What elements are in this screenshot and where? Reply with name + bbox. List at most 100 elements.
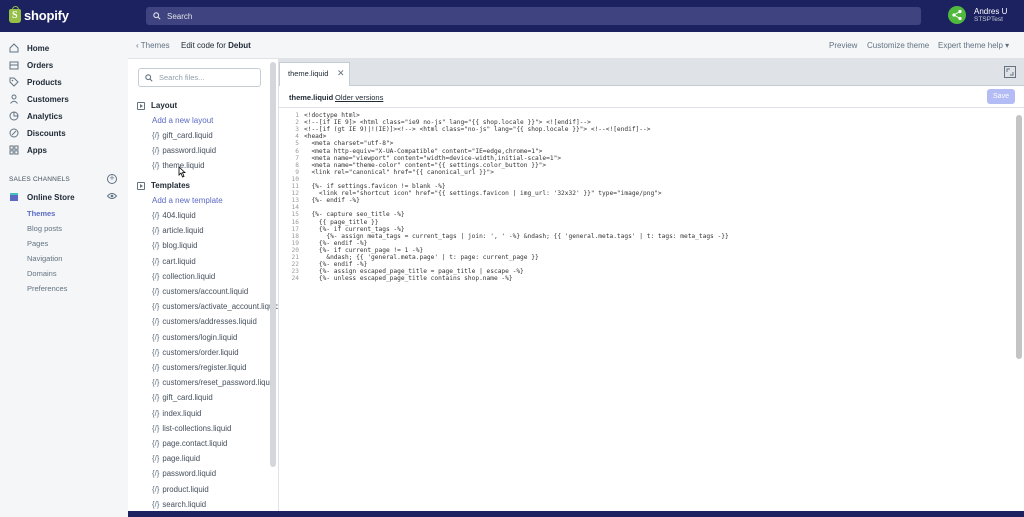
code-line: <head>	[304, 133, 327, 141]
global-search[interactable]: Search	[146, 7, 921, 25]
code-area[interactable]: 1 2 3 4 5 6 7 8 9 10 11 12 13 14 15 16 17 18 19 20 21 22 23 24 …	[279, 108, 1024, 511]
layout-folder[interactable]: Layout	[137, 101, 177, 110]
code-line: {%- endif -%}	[304, 261, 368, 269]
file-item[interactable]: {/} customers/login.liquid	[152, 333, 237, 342]
store-name: STSPTest	[974, 15, 1003, 23]
code-line: {%- if settings.favicon != blank -%}	[304, 183, 446, 190]
nav-sub-navigation[interactable]: Navigation	[27, 254, 62, 263]
liquid-file-icon: {/}	[152, 161, 160, 171]
file-item[interactable]: {/} customers/addresses.liquid	[152, 317, 257, 326]
apps-icon	[9, 145, 19, 155]
shopify-logo[interactable]: S shopify	[9, 5, 69, 23]
preview-link[interactable]: Preview	[829, 41, 857, 50]
file-item[interactable]: {/} gift_card.liquid	[152, 393, 213, 402]
search-icon	[145, 73, 153, 82]
file-item[interactable]: {/} product.liquid	[152, 485, 209, 494]
liquid-file-icon: {/}	[152, 317, 160, 327]
user-menu[interactable]: Andres U STSPTest	[948, 6, 1007, 24]
templates-folder[interactable]: Templates	[137, 181, 190, 190]
code-line: <!doctype html>	[304, 112, 360, 119]
nav-item-apps[interactable]: Apps	[9, 145, 47, 155]
page-title: Edit code for Debut	[181, 41, 251, 50]
person-icon	[9, 94, 19, 104]
code-line: <!--[if IE 9]> <html class="ie9 no-js" l…	[304, 119, 591, 127]
user-name: Andres U	[974, 6, 1008, 16]
customize-theme-link[interactable]: Customize theme	[867, 41, 929, 50]
file-search-input[interactable]: Search files...	[138, 68, 261, 87]
liquid-file-icon: {/}	[152, 484, 160, 494]
file-item[interactable]: {/} password.liquid	[152, 146, 216, 155]
nav-item-analytics[interactable]: Analytics	[9, 111, 63, 121]
nav-item-products[interactable]: Products	[9, 77, 62, 87]
liquid-file-icon: {/}	[152, 146, 160, 156]
liquid-file-icon: {/}	[152, 423, 160, 433]
nav-item-discounts[interactable]: Discounts	[9, 128, 66, 138]
file-name: list-collections.liquid	[162, 423, 232, 433]
add-template-link[interactable]: Add a new template	[152, 196, 223, 205]
file-item[interactable]: {/} article.liquid	[152, 226, 204, 235]
close-icon[interactable]: ✕	[337, 68, 345, 79]
back-to-themes-link[interactable]: ‹ Themes	[136, 41, 170, 50]
liquid-file-icon: {/}	[152, 271, 160, 281]
liquid-file-icon: {/}	[152, 439, 160, 448]
nav-sub-preferences[interactable]: Preferences	[27, 284, 67, 293]
nav-item-orders[interactable]: Orders	[9, 60, 53, 70]
nav-item-customers[interactable]: Customers	[9, 94, 69, 104]
liquid-file-icon: {/}	[152, 378, 160, 388]
file-item[interactable]: {/} cart.liquid	[152, 257, 196, 266]
file-item[interactable]: {/} customers/reset_password.liquid	[152, 378, 276, 387]
search-placeholder: Search	[167, 11, 193, 21]
liquid-file-icon: {/}	[152, 287, 160, 296]
line-number: 18	[291, 232, 299, 240]
file-item[interactable]: {/} collection.liquid	[152, 272, 215, 281]
nav-item-home[interactable]: Home	[9, 43, 49, 53]
expand-icon[interactable]	[1004, 66, 1016, 78]
file-item[interactable]: {/} password.liquid	[152, 469, 216, 478]
tab-theme-liquid[interactable]: theme.liquid ✕	[279, 62, 350, 86]
file-browser-scrollbar[interactable]	[270, 62, 276, 467]
home-icon	[9, 43, 19, 53]
nav-sub-blog-posts[interactable]: Blog posts	[27, 224, 62, 233]
code-line: <meta name="theme-color" content="{{ set…	[304, 161, 547, 169]
tag-icon	[9, 77, 19, 87]
file-item[interactable]: {/} 404.liquid	[152, 211, 196, 220]
add-channel-icon[interactable]: +	[107, 174, 117, 184]
line-number: 22	[291, 261, 299, 269]
nav-item-online-store[interactable]: Online Store	[9, 192, 75, 202]
file-search-placeholder: Search files...	[159, 73, 205, 82]
line-number: 11	[291, 183, 299, 190]
eye-icon[interactable]	[106, 192, 118, 202]
line-number: 16	[291, 218, 299, 226]
code-line: <link rel="shortcut icon" href="{{ setti…	[304, 190, 662, 198]
code-line: <!--[if (gt IE 9)|!(IE)]><!--> <html cla…	[304, 126, 651, 134]
file-item[interactable]: {/} customers/account.liquid	[152, 287, 248, 296]
file-item[interactable]: {/} page.contact.liquid	[152, 439, 227, 448]
editor-scrollbar[interactable]	[1016, 115, 1022, 359]
file-item[interactable]: {/} customers/activate_account.liquid	[152, 302, 278, 311]
file-name: search.liquid	[162, 499, 207, 509]
nav-sub-domains[interactable]: Domains	[27, 269, 57, 278]
editor-toolbar: theme.liquid Older versions Save	[279, 86, 1024, 108]
nav-sub-themes[interactable]: Themes	[27, 209, 55, 218]
file-item[interactable]: {/} index.liquid	[152, 409, 201, 418]
add-layout-link[interactable]: Add a new layout	[152, 116, 213, 125]
line-number: 23	[291, 268, 299, 276]
file-item[interactable]: {/} blog.liquid	[152, 241, 198, 250]
line-number: 3	[295, 126, 299, 134]
older-versions-link[interactable]: Older versions	[335, 93, 383, 102]
save-button[interactable]: Save	[987, 89, 1015, 104]
sales-channels-heading: SALES CHANNELS	[9, 176, 70, 183]
code-line: <meta name="viewport" content="width=dev…	[304, 154, 562, 162]
line-number: 20	[291, 246, 299, 254]
file-item[interactable]: {/} gift_card.liquid	[152, 131, 213, 140]
file-item[interactable]: {/} page.liquid	[152, 454, 200, 463]
expert-theme-help-link[interactable]: Expert theme help ▾	[938, 41, 1009, 50]
file-item[interactable]: {/} customers/order.liquid	[152, 348, 239, 357]
code-line: {%- if current_tags -%}	[304, 225, 405, 233]
file-name: product.liquid	[162, 484, 209, 494]
file-item[interactable]: {/} list-collections.liquid	[152, 424, 231, 433]
code-line: <meta charset="utf-8">	[304, 140, 394, 148]
file-item[interactable]: {/} search.liquid	[152, 500, 206, 509]
file-item[interactable]: {/} customers/register.liquid	[152, 363, 246, 372]
nav-sub-pages[interactable]: Pages	[27, 239, 48, 248]
